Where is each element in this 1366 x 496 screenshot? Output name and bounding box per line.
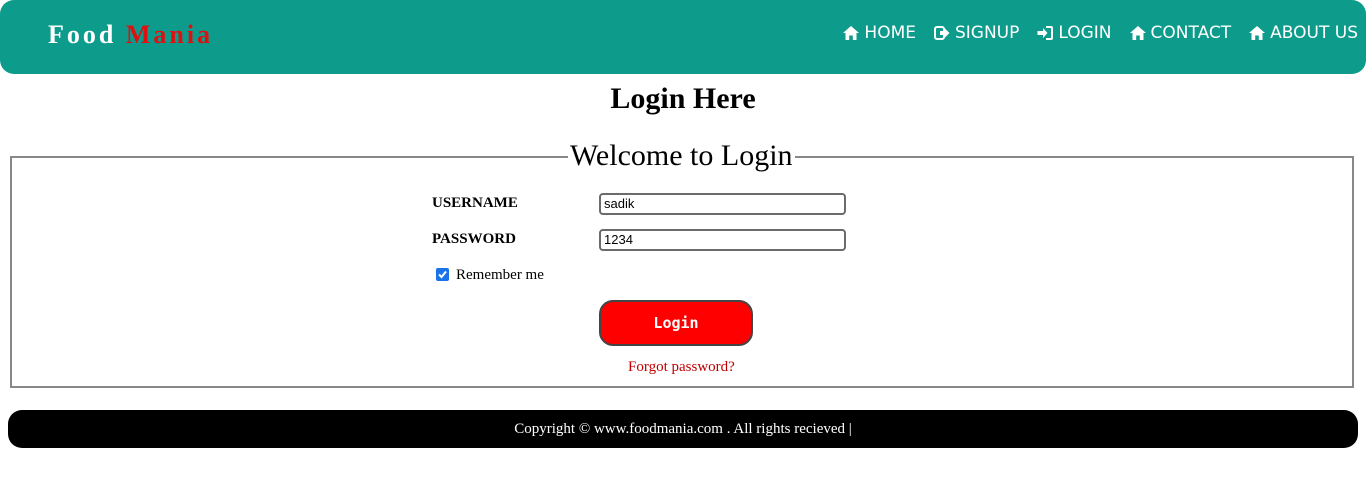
nav-login[interactable]: LOGIN: [1037, 23, 1112, 43]
login-fieldset: [10, 156, 1354, 388]
nav-signup-label: SIGNUP: [954, 23, 1020, 43]
brand-first-word: Food: [48, 20, 117, 49]
page-title: Login Here: [610, 82, 756, 115]
home-icon: [1129, 26, 1146, 40]
nav-contact[interactable]: CONTACT: [1129, 23, 1232, 43]
login-legend: Welcome to Login: [568, 139, 795, 172]
brand-logo[interactable]: Food Mania: [48, 20, 213, 50]
signup-icon: [933, 26, 950, 40]
username-label: USERNAME: [432, 195, 518, 211]
nav-signup[interactable]: SIGNUP: [933, 23, 1020, 43]
navbar: Food Mania HOME SIGNUP LOGIN CONTACT ABO…: [0, 0, 1366, 74]
nav-contact-label: CONTACT: [1150, 23, 1232, 43]
forgot-password-link[interactable]: Forgot password?: [628, 359, 735, 376]
password-field[interactable]: 1234: [599, 229, 846, 251]
nav-home-label: HOME: [864, 23, 916, 43]
nav-home[interactable]: HOME: [843, 23, 916, 43]
remember-me-label[interactable]: Remember me: [456, 267, 544, 284]
nav-about-us[interactable]: ABOUT US: [1249, 23, 1358, 43]
password-label: PASSWORD: [432, 231, 516, 247]
footer: Copyright © www.foodmania.com . All righ…: [8, 410, 1358, 448]
home-icon: [1249, 26, 1266, 40]
brand-second-word: Mania: [125, 20, 214, 49]
nav-about-us-label: ABOUT US: [1270, 23, 1358, 43]
login-icon: [1037, 26, 1054, 40]
home-icon: [843, 26, 860, 40]
footer-copyright: Copyright © www.foodmania.com . All righ…: [514, 420, 852, 437]
nav-login-label: LOGIN: [1058, 23, 1112, 43]
login-button[interactable]: Login: [599, 300, 753, 346]
nav-menu: HOME SIGNUP LOGIN CONTACT ABOUT US: [843, 23, 1358, 43]
remember-me-checkbox[interactable]: [436, 268, 449, 281]
checkmark-icon: [438, 270, 447, 279]
username-field[interactable]: sadik: [599, 193, 846, 215]
